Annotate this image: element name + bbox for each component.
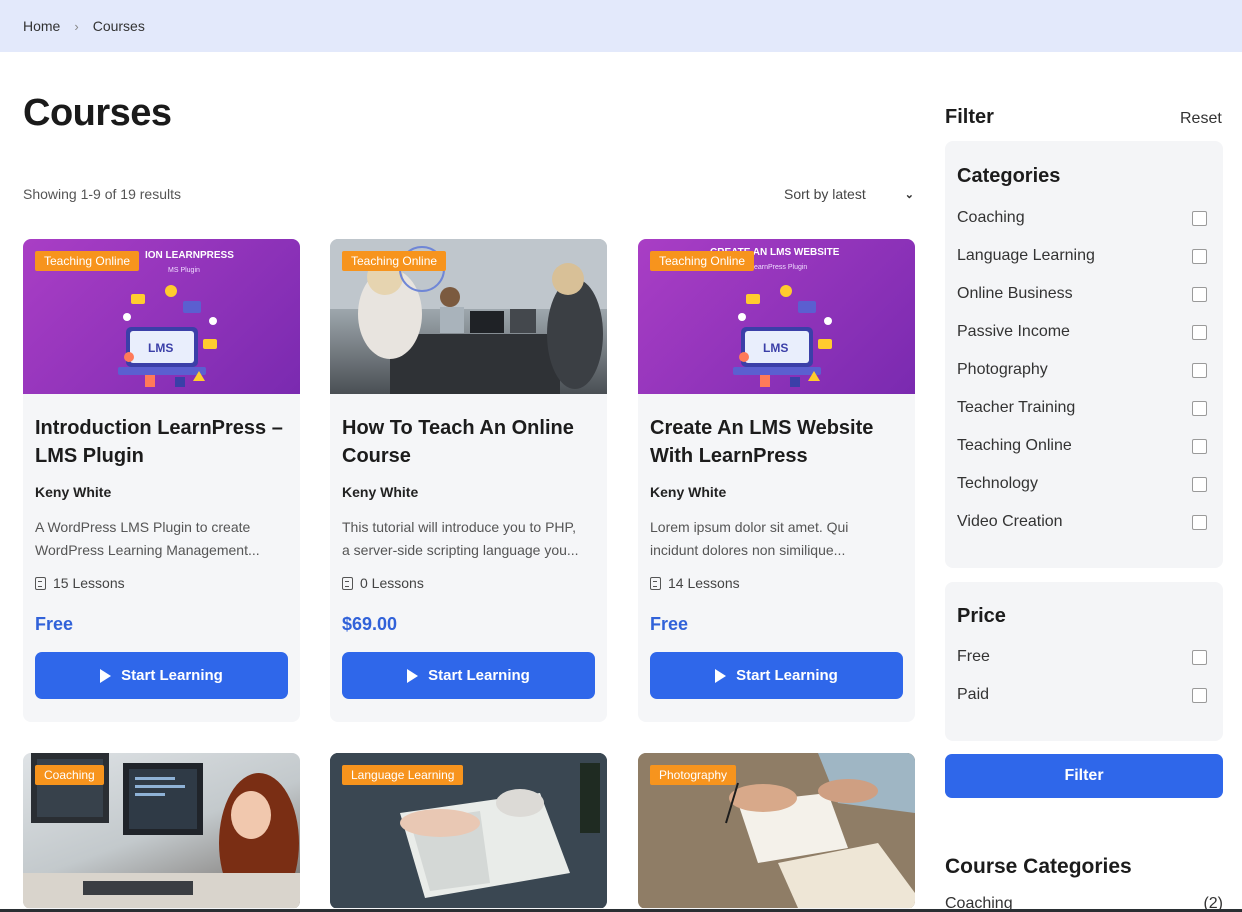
category-badge[interactable]: Photography bbox=[650, 765, 737, 785]
category-checkbox[interactable] bbox=[1192, 514, 1207, 530]
start-learning-button[interactable]: Start Learning bbox=[35, 652, 288, 699]
course-thumbnail[interactable]: Photography bbox=[638, 753, 915, 908]
category-filter-row[interactable]: Teaching Online bbox=[957, 437, 1207, 455]
thumb-logo: LMS bbox=[763, 341, 788, 355]
course-card: Teaching Online How To Teach An Online C… bbox=[330, 239, 607, 722]
course-author[interactable]: Keny White bbox=[35, 484, 111, 500]
course-author[interactable]: Keny White bbox=[650, 484, 726, 500]
category-filter-row[interactable]: Coaching bbox=[957, 209, 1207, 227]
category-badge[interactable]: Teaching Online bbox=[342, 251, 447, 271]
breadcrumb: Home › Courses bbox=[0, 0, 1242, 52]
course-title[interactable]: How To Teach An Online Course bbox=[342, 414, 597, 470]
category-badge[interactable]: Language Learning bbox=[342, 765, 464, 785]
lesson-count: 0 Lessons bbox=[342, 575, 424, 591]
category-label: Technology bbox=[957, 475, 1038, 492]
category-checkbox[interactable] bbox=[1192, 210, 1207, 226]
lesson-count: 14 Lessons bbox=[650, 575, 740, 591]
category-label: Passive Income bbox=[957, 323, 1070, 340]
chevron-down-icon: ⌄ bbox=[904, 188, 914, 201]
category-label: Photography bbox=[957, 361, 1048, 378]
page-title: Courses bbox=[23, 92, 172, 134]
category-checkbox[interactable] bbox=[1192, 324, 1207, 340]
categories-heading: Categories bbox=[957, 165, 1061, 187]
category-filter-row[interactable]: Video Creation bbox=[957, 513, 1207, 531]
filter-button[interactable]: Filter bbox=[945, 754, 1223, 798]
course-description: A WordPress LMS Plugin to create WordPres… bbox=[35, 519, 260, 558]
course-thumbnail[interactable]: Coaching bbox=[23, 753, 300, 908]
result-count: Showing 1-9 of 19 results bbox=[23, 186, 181, 202]
category-badge[interactable]: Teaching Online bbox=[650, 251, 755, 271]
price-checkbox[interactable] bbox=[1192, 649, 1207, 665]
price-checkbox[interactable] bbox=[1192, 687, 1207, 703]
category-label: Coaching bbox=[957, 209, 1025, 226]
course-price: $69.00 bbox=[342, 614, 398, 634]
price-panel: Price Free Paid bbox=[945, 582, 1223, 741]
category-filter-row[interactable]: Language Learning bbox=[957, 247, 1207, 265]
course-thumbnail[interactable]: ION LEARNPRESS MS Plugin LMS Teaching On… bbox=[23, 239, 300, 394]
category-badge[interactable]: Coaching bbox=[35, 765, 104, 785]
category-checkbox[interactable] bbox=[1192, 438, 1207, 454]
category-filter-row[interactable]: Teacher Training bbox=[957, 399, 1207, 417]
course-price: Free bbox=[650, 614, 689, 634]
course-thumbnail[interactable]: Language Learning bbox=[330, 753, 607, 908]
lesson-count: 15 Lessons bbox=[35, 575, 125, 591]
price-filter-row[interactable]: Paid bbox=[957, 686, 1207, 704]
category-checkbox[interactable] bbox=[1192, 362, 1207, 378]
course-description: Lorem ipsum dolor sit amet. Qui incidunt … bbox=[650, 519, 849, 558]
thumb-text-top: ION LEARNPRESS bbox=[145, 250, 234, 261]
category-checkbox[interactable] bbox=[1192, 286, 1207, 302]
document-icon bbox=[650, 576, 661, 590]
course-thumbnail[interactable]: CREATE AN LMS WEBSITE earnPress Plugin L… bbox=[638, 239, 915, 394]
category-checkbox[interactable] bbox=[1192, 400, 1207, 416]
reset-link[interactable]: Reset bbox=[1180, 110, 1222, 128]
course-card: Photography bbox=[638, 753, 915, 909]
category-label: Teaching Online bbox=[957, 437, 1072, 454]
course-card: CREATE AN LMS WEBSITE earnPress Plugin L… bbox=[638, 239, 915, 722]
course-price: Free bbox=[35, 614, 74, 634]
price-heading: Price bbox=[957, 605, 1006, 627]
category-badge[interactable]: Teaching Online bbox=[35, 251, 140, 271]
categories-panel: Categories Coaching Language Learning On… bbox=[945, 141, 1223, 568]
price-label: Paid bbox=[957, 686, 990, 703]
thumb-text-sub: earnPress Plugin bbox=[754, 264, 807, 271]
breadcrumb-home-link[interactable]: Home bbox=[23, 18, 60, 34]
category-label: Teacher Training bbox=[957, 399, 1076, 416]
price-label: Free bbox=[957, 648, 990, 665]
course-thumbnail[interactable]: Teaching Online bbox=[330, 239, 607, 394]
document-icon bbox=[342, 576, 353, 590]
play-icon bbox=[715, 668, 727, 683]
course-title[interactable]: Introduction LearnPress – LMS Plugin bbox=[35, 414, 290, 470]
price-filter-row[interactable]: Free bbox=[957, 648, 1207, 666]
category-checkbox[interactable] bbox=[1192, 476, 1207, 492]
start-learning-button[interactable]: Start Learning bbox=[342, 652, 595, 699]
breadcrumb-separator-icon: › bbox=[74, 18, 79, 34]
breadcrumb-current: Courses bbox=[92, 18, 145, 34]
category-checkbox[interactable] bbox=[1192, 248, 1207, 264]
sort-select[interactable]: Sort by latest ⌄ bbox=[784, 186, 914, 202]
course-card: ION LEARNPRESS MS Plugin LMS Teaching On… bbox=[23, 239, 300, 722]
play-icon bbox=[407, 668, 419, 683]
document-icon bbox=[35, 576, 46, 590]
category-filter-row[interactable]: Photography bbox=[957, 361, 1207, 379]
thumb-text-sub: MS Plugin bbox=[168, 267, 200, 274]
course-categories-heading: Course Categories bbox=[945, 855, 1132, 878]
course-author[interactable]: Keny White bbox=[342, 484, 418, 500]
course-title[interactable]: Create An LMS Website With LearnPress bbox=[650, 414, 905, 470]
sort-select-label: Sort by latest bbox=[784, 186, 866, 202]
course-description: This tutorial will introduce you to PHP,… bbox=[342, 519, 579, 558]
category-label: Video Creation bbox=[957, 513, 1063, 530]
category-filter-row[interactable]: Online Business bbox=[957, 285, 1207, 303]
category-label: Online Business bbox=[957, 285, 1073, 302]
category-label: Language Learning bbox=[957, 247, 1095, 264]
thumb-logo: LMS bbox=[148, 341, 173, 355]
play-icon bbox=[100, 668, 112, 683]
start-learning-button[interactable]: Start Learning bbox=[650, 652, 903, 699]
filter-heading: Filter bbox=[945, 106, 994, 128]
category-filter-row[interactable]: Technology bbox=[957, 475, 1207, 493]
course-card: Coaching bbox=[23, 753, 300, 909]
category-filter-row[interactable]: Passive Income bbox=[957, 323, 1207, 341]
course-card: Language Learning bbox=[330, 753, 607, 909]
